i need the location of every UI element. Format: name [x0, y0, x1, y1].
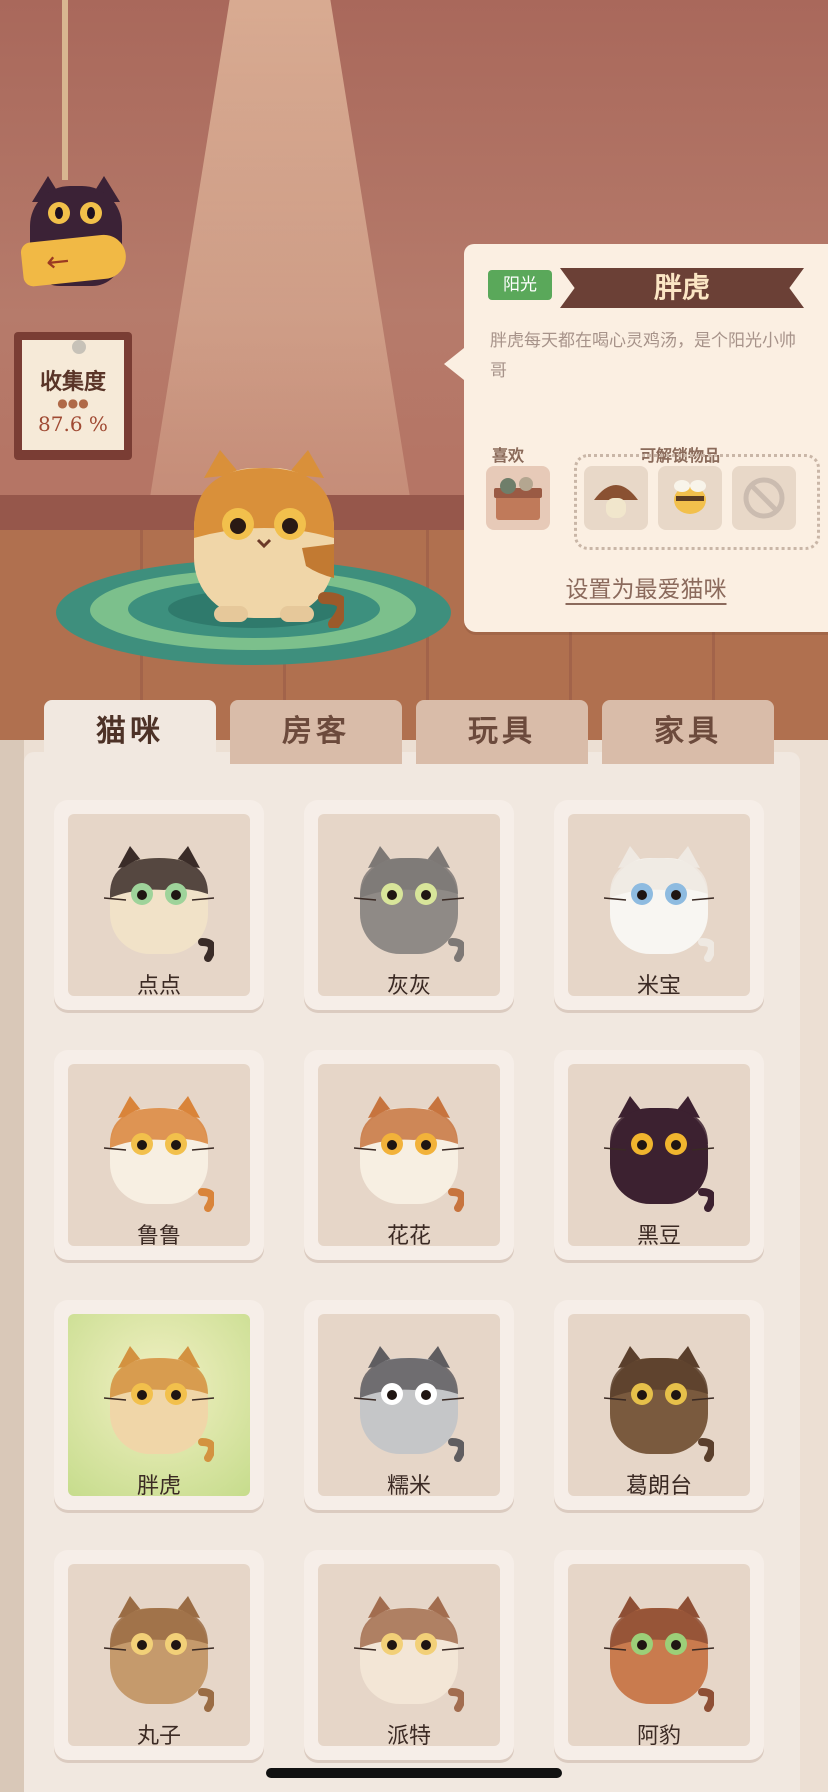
cat-info-panel: 阳光 胖虎 胖虎每天都在喝心灵鸡汤，是个阳光小帅哥 喜欢 可解锁物品 设置为最爱…	[444, 244, 828, 632]
cat-portrait	[354, 846, 464, 962]
cat-portrait	[604, 1096, 714, 1212]
set-favorite-button[interactable]: 设置为最爱猫咪	[464, 570, 828, 604]
book-spine	[0, 740, 24, 1792]
cat-portrait	[104, 1346, 214, 1462]
bee-toy-icon	[674, 480, 706, 514]
cat-card[interactable]: 糯米	[304, 1300, 514, 1510]
collection-value: 87.6 %	[38, 412, 108, 436]
cat-card[interactable]: 花花	[304, 1050, 514, 1260]
cat-card[interactable]: 派特	[304, 1550, 514, 1760]
cat-card[interactable]: 丸子	[54, 1550, 264, 1760]
tab-cats[interactable]: 猫咪	[44, 700, 216, 772]
cat-portrait	[354, 1596, 464, 1712]
fish-sign: ←	[19, 232, 129, 288]
cat-name-banner: 胖虎	[560, 268, 804, 308]
cat-portrait	[604, 846, 714, 962]
cat-card-name: 鲁鲁	[136, 1224, 181, 1249]
cat-card-name: 点点	[136, 974, 181, 999]
cat-card[interactable]: 点点	[54, 800, 264, 1010]
cat-portrait	[354, 1096, 464, 1212]
cat-card-name: 葛朗台	[625, 1474, 692, 1499]
cat-card-name: 阿豹	[636, 1724, 681, 1749]
cat-card[interactable]: 米宝	[554, 800, 764, 1010]
cat-portrait	[104, 1596, 214, 1712]
cat-portrait	[104, 846, 214, 962]
cat-card[interactable]: 葛朗台	[554, 1300, 764, 1510]
cat-card[interactable]: 鲁鲁	[54, 1050, 264, 1260]
cat-card-name: 灰灰	[386, 974, 431, 999]
cat-portrait	[104, 1096, 214, 1212]
personality-tag: 阳光	[488, 270, 552, 300]
collection-paper: 收集度 ●●● 87.6 %	[22, 340, 124, 450]
liked-item-box[interactable]	[486, 466, 550, 530]
mushroom-icon	[594, 485, 638, 518]
cat-portrait	[354, 1346, 464, 1462]
back-arrow-icon: ←	[44, 243, 72, 279]
collection-title: 收集度	[39, 370, 106, 395]
cat-card-name: 派特	[386, 1724, 431, 1749]
unlock-item-box[interactable]	[584, 466, 648, 530]
cat-card[interactable]: 胖虎	[54, 1300, 264, 1510]
tab-furniture[interactable]: 家具	[602, 700, 774, 764]
cat-card-name: 黑豆	[636, 1224, 681, 1249]
cat-card-name: 米宝	[636, 974, 681, 999]
cat-card[interactable]: 黑豆	[554, 1050, 764, 1260]
like-label: 喜欢	[492, 446, 525, 465]
pin-icon	[72, 340, 86, 354]
hanging-rope	[62, 0, 68, 180]
cat-card-name: 花花	[386, 1224, 431, 1249]
featured-cat[interactable]	[184, 448, 344, 628]
cat-card[interactable]: 阿豹	[554, 1550, 764, 1760]
cat-card[interactable]: 灰灰	[304, 800, 514, 1010]
collection-board[interactable]: 收集度 ●●● 87.6 %	[14, 332, 132, 460]
cat-card-name: 丸子	[136, 1724, 181, 1749]
cat-card-name: 糯米	[386, 1474, 431, 1499]
cat-portrait	[604, 1346, 714, 1462]
tab-guests[interactable]: 房客	[230, 700, 402, 764]
back-button[interactable]: ←	[19, 176, 132, 316]
unlock-item-box[interactable]	[732, 466, 796, 530]
paw-icon: ●●●	[57, 396, 89, 410]
unlock-item-box[interactable]	[658, 466, 722, 530]
locked-icon	[743, 477, 785, 519]
cat-description: 胖虎每天都在喝心灵鸡汤，是个阳光小帅哥	[490, 331, 796, 381]
tab-toys[interactable]: 玩具	[416, 700, 588, 764]
cat-portrait	[604, 1596, 714, 1712]
cat-eye	[80, 202, 102, 224]
toy-box-icon	[494, 477, 542, 520]
cat-card-name: 胖虎	[136, 1474, 181, 1499]
home-indicator[interactable]	[266, 1768, 562, 1778]
cat-eye	[48, 202, 70, 224]
